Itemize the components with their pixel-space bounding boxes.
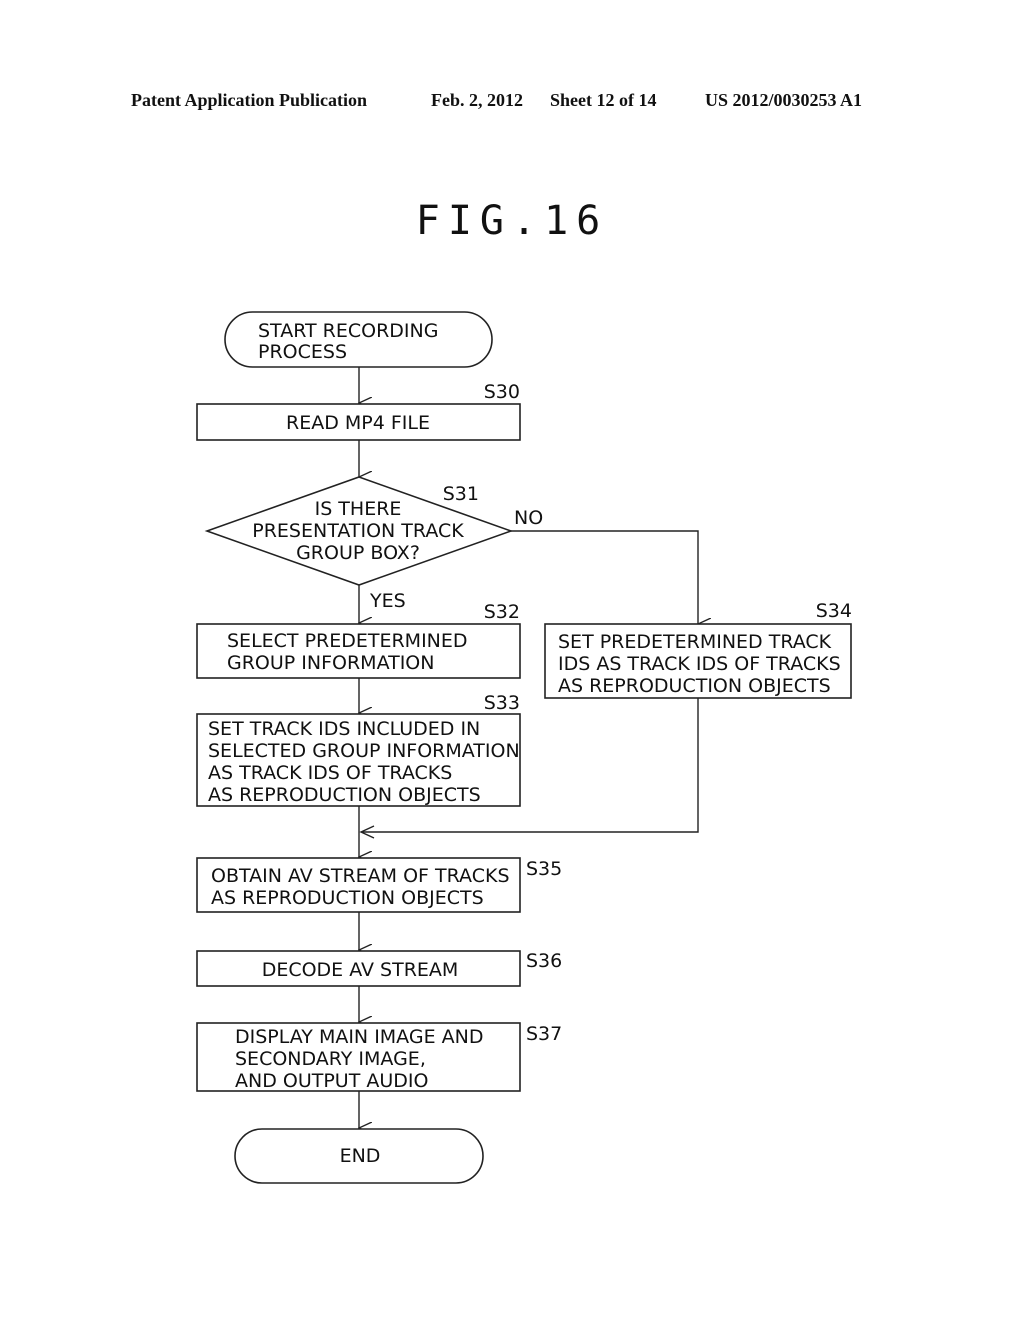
step-s36-label: S36	[526, 950, 562, 972]
step-s35-line-2: AS REPRODUCTION OBJECTS	[211, 887, 484, 909]
step-s37-label: S37	[526, 1023, 562, 1045]
step-s34-label: S34	[816, 600, 852, 622]
arrow-s31-s34-no	[511, 530, 698, 624]
decision-yes-label: YES	[369, 590, 406, 612]
step-s34-line-2: IDS AS TRACK IDS OF TRACKS	[558, 653, 841, 675]
flowchart: START RECORDING PROCESS READ MP4 FILE S3…	[196, 311, 852, 1184]
step-s34-line-1: SET PREDETERMINED TRACK	[558, 631, 832, 653]
step-s35-label: S35	[526, 858, 562, 880]
step-s33-label: S33	[484, 692, 520, 714]
step-s30-text: READ MP4 FILE	[286, 412, 430, 434]
step-s36: DECODE AV STREAM S36	[196, 950, 562, 987]
step-s37-line-1: DISPLAY MAIN IMAGE AND	[235, 1026, 483, 1048]
step-s32-line-1: SELECT PREDETERMINED	[227, 630, 468, 652]
start-terminal: START RECORDING PROCESS	[224, 311, 493, 368]
step-s34-line-3: AS REPRODUCTION OBJECTS	[558, 675, 831, 697]
start-line-1: START RECORDING	[258, 320, 438, 342]
decision-s31-label: S31	[443, 483, 479, 505]
step-s37: DISPLAY MAIN IMAGE AND SECONDARY IMAGE, …	[196, 1022, 562, 1092]
step-s37-line-3: AND OUTPUT AUDIO	[235, 1070, 428, 1092]
step-s33-line-1: SET TRACK IDS INCLUDED IN	[208, 718, 480, 740]
step-s33-line-4: AS REPRODUCTION OBJECTS	[208, 784, 481, 806]
decision-s31-line-3: GROUP BOX?	[296, 542, 420, 564]
step-s37-line-2: SECONDARY IMAGE,	[235, 1048, 426, 1070]
decision-no-label: NO	[514, 507, 543, 529]
end-terminal: END	[234, 1128, 484, 1184]
decision-s31-line-2: PRESENTATION TRACK	[252, 520, 464, 542]
step-s30-label: S30	[484, 381, 520, 403]
decision-s31-line-1: IS THERE	[315, 498, 402, 520]
start-line-2: PROCESS	[258, 341, 347, 363]
step-s35-line-1: OBTAIN AV STREAM OF TRACKS	[211, 865, 510, 887]
step-s32-line-2: GROUP INFORMATION	[227, 652, 434, 674]
end-text: END	[340, 1145, 381, 1167]
step-s36-text: DECODE AV STREAM	[262, 959, 459, 981]
step-s33-line-2: SELECTED GROUP INFORMATION	[208, 740, 520, 762]
step-s35: OBTAIN AV STREAM OF TRACKS AS REPRODUCTI…	[196, 857, 562, 913]
decision-s31: IS THERE PRESENTATION TRACK GROUP BOX? S…	[204, 476, 543, 612]
step-s32-label: S32	[484, 601, 520, 623]
step-s33-line-3: AS TRACK IDS OF TRACKS	[208, 762, 452, 784]
